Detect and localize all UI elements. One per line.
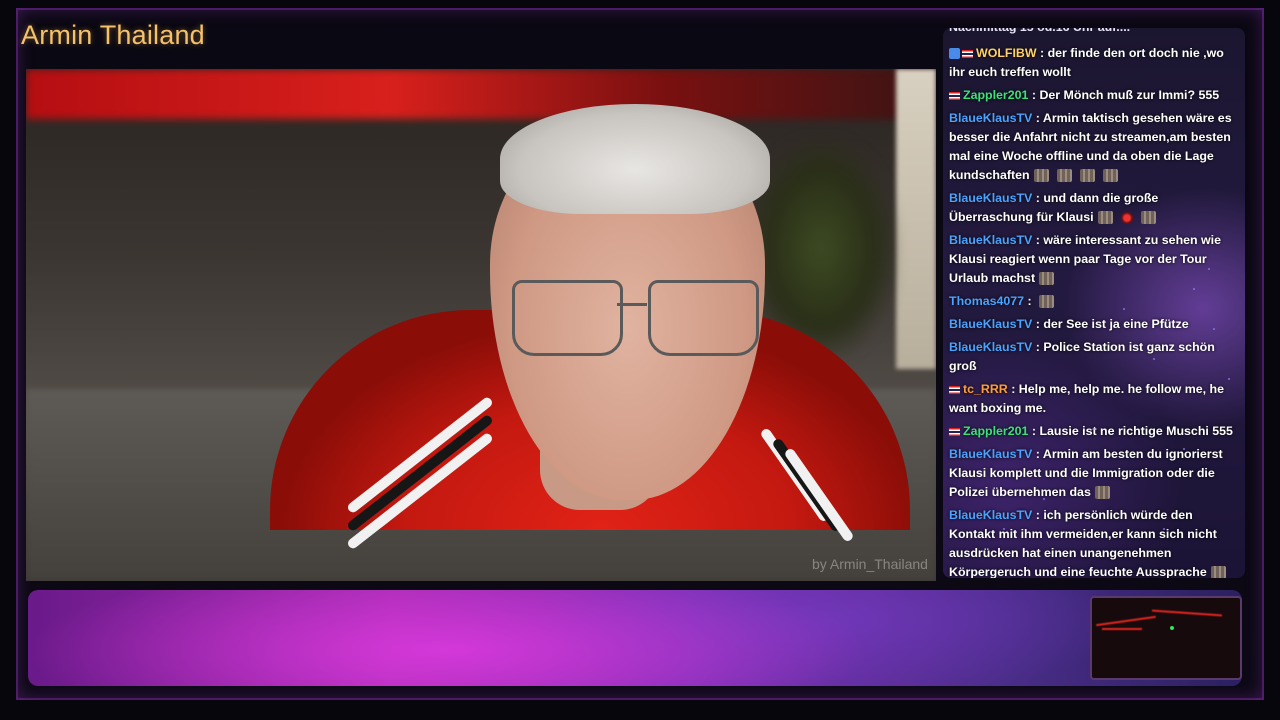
chat-separator: : xyxy=(1032,447,1043,461)
star-sparkle xyxy=(1153,358,1155,360)
chat-text: Der Mönch muß zur Immi? 555 xyxy=(1039,88,1220,102)
chat-message: BlaueKlausTV : Armin am besten du ignori… xyxy=(943,445,1245,502)
stream-title: Armin Thailand xyxy=(21,20,205,50)
star-sparkle xyxy=(1193,288,1195,290)
chat-username[interactable]: Zappler201 xyxy=(963,424,1028,438)
emote-icon xyxy=(1097,211,1113,225)
star-sparkle xyxy=(1003,528,1005,530)
star-sparkle xyxy=(1228,378,1230,380)
chat-username[interactable]: WOLFIBW xyxy=(976,46,1037,60)
glasses-right-lens xyxy=(648,280,759,356)
stream-watermark: by Armin_Thailand xyxy=(812,556,928,572)
star-sparkle xyxy=(1208,268,1210,270)
chat-username[interactable]: Thomas4077 xyxy=(949,294,1024,308)
bottom-banner xyxy=(28,590,1242,686)
chat-username[interactable]: BlaueKlausTV xyxy=(949,317,1032,331)
star-sparkle xyxy=(1213,328,1215,330)
chat-text: Lausie ist ne richtige Muschi 555 xyxy=(1039,424,1233,438)
chat-separator: : xyxy=(1028,88,1040,102)
thai-flag-icon xyxy=(962,49,973,58)
chat-message: tc_RRR : Help me, help me. he follow me,… xyxy=(943,380,1245,418)
glasses-bridge xyxy=(617,303,647,306)
chat-username[interactable]: BlaueKlausTV xyxy=(949,111,1032,125)
emote-icon xyxy=(1056,169,1072,183)
chat-username[interactable]: BlaueKlausTV xyxy=(949,508,1032,522)
chat-separator: : xyxy=(1007,382,1019,396)
emote-icon xyxy=(1079,169,1095,183)
chat-separator: : xyxy=(1032,340,1044,354)
minimap-preview xyxy=(1090,596,1242,680)
chat-message: BlaueKlausTV : und dann die große Überra… xyxy=(943,189,1245,227)
chat-message: BlaueKlausTV : Police Station ist ganz s… xyxy=(943,338,1245,376)
star-sparkle xyxy=(1163,528,1165,530)
chat-username[interactable]: BlaueKlausTV xyxy=(949,233,1032,247)
chat-message: BlaueKlausTV : der See ist ja eine Pfütz… xyxy=(943,315,1245,334)
chat-panel[interactable]: Nachmittag 15 od.16 Uhr auf.... WOLFIBW … xyxy=(943,28,1245,578)
emote-icon xyxy=(1033,169,1049,183)
emote-icon xyxy=(1102,169,1118,183)
star-sparkle xyxy=(1123,308,1125,310)
minimap-red-line xyxy=(1152,609,1222,617)
chat-separator: : xyxy=(1032,233,1044,247)
chat-message: Zappler201 : Lausie ist ne richtige Musc… xyxy=(943,422,1245,441)
chat-separator: : xyxy=(1032,191,1044,205)
emote-icon xyxy=(1120,211,1133,224)
emote-icon xyxy=(1039,272,1055,286)
chat-text: der See ist ja eine Pfütze xyxy=(1043,317,1189,331)
chat-username[interactable]: BlaueKlausTV xyxy=(949,447,1032,461)
emote-icon xyxy=(1140,211,1156,225)
chat-username[interactable]: BlaueKlausTV xyxy=(949,340,1032,354)
glasses-left-lens xyxy=(512,280,623,356)
emote-icon xyxy=(1094,486,1110,500)
chat-message: BlaueKlausTV : Armin taktisch gesehen wä… xyxy=(943,109,1245,185)
chat-username[interactable]: BlaueKlausTV xyxy=(949,191,1032,205)
chat-separator: : xyxy=(1028,424,1040,438)
chat-message: Thomas4077 : xyxy=(943,292,1245,311)
chat-message: Zappler201 : Der Mönch muß zur Immi? 555 xyxy=(943,86,1245,105)
thai-flag-icon xyxy=(949,427,960,436)
emote-icon xyxy=(1039,295,1055,309)
emote-icon xyxy=(1210,566,1226,578)
hair xyxy=(500,104,770,214)
star-sparkle xyxy=(1043,498,1045,500)
star-sparkle xyxy=(1093,428,1095,430)
chat-separator: : xyxy=(1032,111,1043,125)
chat-message: BlaueKlausTV : wäre interessant zu sehen… xyxy=(943,231,1245,288)
chat-separator: : xyxy=(1024,294,1036,308)
chat-username[interactable]: Zappler201 xyxy=(963,88,1028,102)
minimap-green-dot xyxy=(1170,626,1174,630)
thai-flag-icon xyxy=(949,91,960,100)
chat-message: WOLFIBW : der finde den ort doch nie ,wo… xyxy=(943,44,1245,82)
star-sparkle xyxy=(1183,448,1185,450)
background-red-light xyxy=(26,69,936,119)
chat-separator: : xyxy=(1036,46,1048,60)
minimap-red-line xyxy=(1096,615,1156,627)
chat-separator: : xyxy=(1032,508,1044,522)
chat-separator: : xyxy=(1032,317,1044,331)
chat-message-list: WOLFIBW : der finde den ort doch nie ,wo… xyxy=(943,44,1245,578)
background-lamp xyxy=(896,69,936,369)
twitch-badge-icon xyxy=(949,48,960,60)
minimap-red-line xyxy=(1102,628,1142,630)
chat-username[interactable]: tc_RRR xyxy=(963,382,1008,396)
chat-message: BlaueKlausTV : ich persönlich würde den … xyxy=(943,506,1245,578)
thai-flag-icon xyxy=(949,385,960,394)
chat-truncated-message: Nachmittag 15 od.16 Uhr auf.... xyxy=(943,28,1245,38)
